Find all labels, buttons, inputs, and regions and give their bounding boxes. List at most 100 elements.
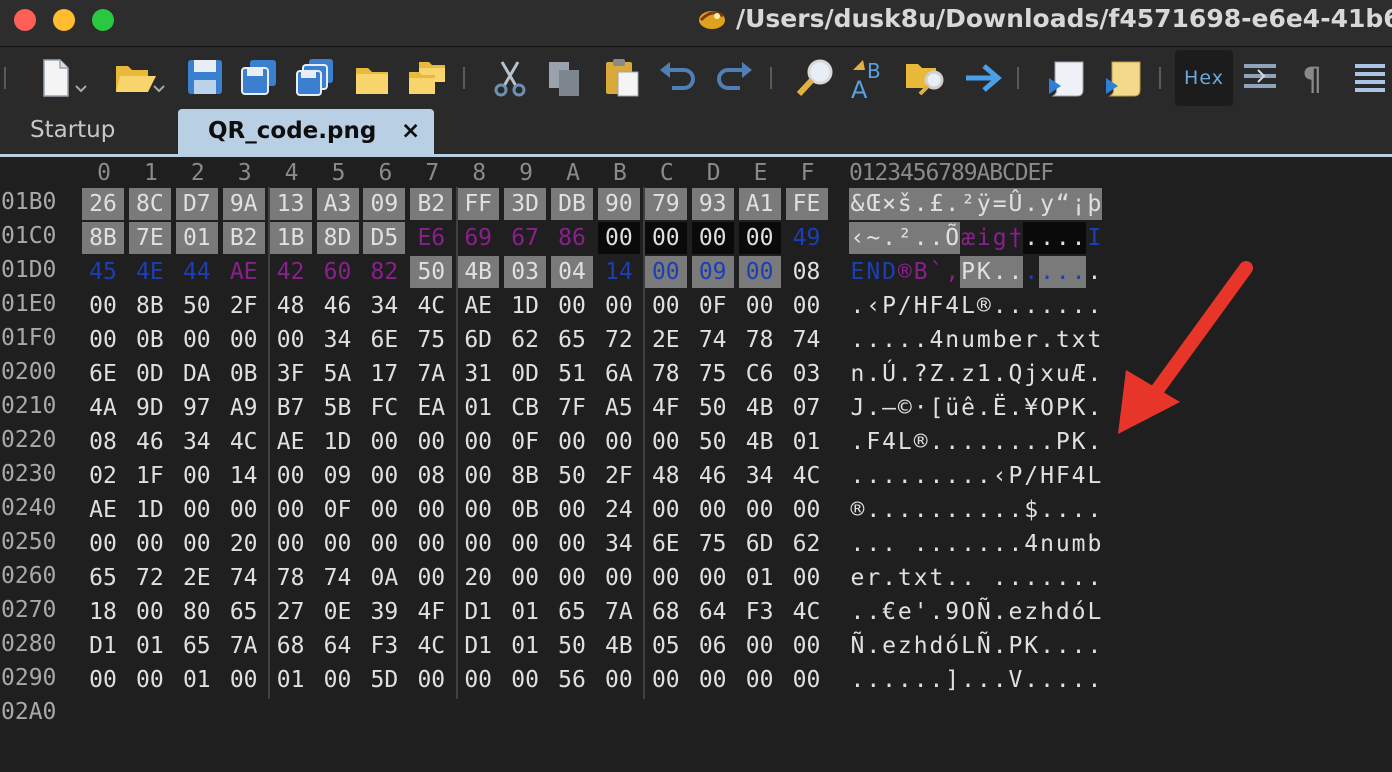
hex-byte[interactable]: 01: [175, 222, 218, 254]
hex-byte[interactable]: 01: [786, 426, 828, 458]
hex-byte[interactable]: 4F: [410, 596, 452, 628]
hex-byte[interactable]: 4E: [129, 256, 171, 288]
hex-byte[interactable]: AE: [82, 494, 124, 526]
hex-byte[interactable]: 00: [739, 290, 781, 322]
ascii-char[interactable]: —: [881, 392, 897, 424]
hex-byte[interactable]: 49: [786, 222, 828, 254]
hex-byte[interactable]: 7A: [223, 630, 265, 662]
ascii-char[interactable]: .: [881, 664, 897, 696]
ascii-char[interactable]: .: [944, 460, 960, 492]
ascii-char[interactable]: .: [1039, 324, 1055, 356]
hex-byte[interactable]: 48: [645, 460, 687, 492]
ascii-char[interactable]: .: [1038, 222, 1055, 254]
hex-byte[interactable]: 1D: [129, 494, 171, 526]
hex-byte[interactable]: 74: [223, 562, 265, 594]
ascii-char[interactable]: ®: [896, 256, 912, 288]
ascii-char[interactable]: L: [960, 290, 976, 322]
ascii-char[interactable]: Æ: [1070, 358, 1086, 390]
ascii-char[interactable]: .: [1007, 562, 1023, 594]
hex-byte[interactable]: 97: [176, 392, 218, 424]
hex-byte[interactable]: 0F: [692, 290, 734, 322]
close-all-button[interactable]: [405, 56, 449, 100]
ascii-char[interactable]: .: [881, 562, 897, 594]
hex-byte[interactable]: 5A: [317, 358, 359, 390]
hex-byte[interactable]: 2E: [645, 324, 687, 356]
replace-button[interactable]: B A: [849, 56, 893, 100]
ascii-char[interactable]: .: [1054, 494, 1070, 526]
ascii-char[interactable]: .: [991, 256, 1007, 288]
ascii-char[interactable]: ó: [1070, 596, 1086, 628]
hex-byte[interactable]: 02: [82, 460, 124, 492]
ascii-char[interactable]: .: [1070, 664, 1086, 696]
hex-byte[interactable]: 8D: [316, 222, 359, 254]
hex-byte[interactable]: 75: [692, 528, 734, 560]
hex-byte[interactable]: 00: [223, 664, 265, 696]
hex-byte[interactable]: 00: [363, 426, 405, 458]
ascii-char[interactable]: `: [928, 256, 944, 288]
hex-byte[interactable]: 50: [551, 460, 593, 492]
hex-byte[interactable]: 4C: [786, 596, 828, 628]
ascii-char[interactable]: .: [1007, 528, 1023, 560]
ascii-char[interactable]: I: [1086, 222, 1102, 254]
ascii-char[interactable]: .: [944, 426, 960, 458]
hex-byte[interactable]: 75: [692, 358, 734, 390]
hex-byte[interactable]: 0B: [129, 324, 171, 356]
hex-byte[interactable]: 05: [645, 630, 687, 662]
ascii-char[interactable]: .: [865, 324, 881, 356]
ascii-char[interactable]: .: [912, 664, 928, 696]
ascii-char[interactable]: .: [1054, 256, 1071, 288]
hex-byte[interactable]: 00: [82, 528, 124, 560]
hex-byte[interactable]: 00: [645, 426, 687, 458]
save-all-button[interactable]: [293, 56, 337, 100]
hex-byte[interactable]: 1B: [269, 222, 312, 254]
ascii-char[interactable]: .: [927, 222, 944, 254]
hex-byte[interactable]: 69: [457, 222, 499, 254]
ascii-char[interactable]: .: [880, 222, 897, 254]
ascii-char[interactable]: .: [1023, 256, 1039, 288]
ascii-char[interactable]: e: [849, 562, 865, 594]
ascii-char[interactable]: x: [1039, 358, 1055, 390]
ascii-char[interactable]: .: [1086, 494, 1102, 526]
ascii-char[interactable]: .: [960, 664, 976, 696]
hex-byte[interactable]: 4B: [457, 256, 500, 288]
ascii-char[interactable]: .: [1007, 392, 1023, 424]
ascii-char[interactable]: .: [865, 494, 881, 526]
ascii-char[interactable]: .: [991, 596, 1007, 628]
hex-byte[interactable]: 72: [129, 562, 171, 594]
hex-byte[interactable]: 00: [597, 222, 640, 254]
ascii-char[interactable]: .: [1086, 256, 1102, 288]
maximize-window-button[interactable]: [92, 9, 114, 31]
ascii-row[interactable]: .....4number.txt: [849, 324, 1102, 356]
ascii-char[interactable]: æ: [960, 222, 976, 254]
hex-byte[interactable]: 0B: [504, 494, 546, 526]
ascii-char[interactable]: þ: [1085, 188, 1102, 220]
ascii-char[interactable]: n: [944, 324, 960, 356]
hex-byte[interactable]: 00: [644, 222, 687, 254]
ascii-char[interactable]: r: [865, 562, 881, 594]
hex-byte[interactable]: 46: [317, 290, 359, 322]
hex-byte[interactable]: 78: [739, 324, 781, 356]
ascii-char[interactable]: Ë: [991, 392, 1007, 424]
ascii-char[interactable]: Q: [1007, 358, 1023, 390]
ascii-char[interactable]: .: [1023, 426, 1039, 458]
hex-byte[interactable]: 04: [551, 256, 593, 288]
ascii-char[interactable]: .: [849, 596, 865, 628]
hex-byte[interactable]: 00: [598, 426, 640, 458]
hex-byte[interactable]: 00: [786, 664, 828, 696]
hex-byte[interactable]: A5: [598, 392, 640, 424]
hex-byte[interactable]: 08: [410, 460, 452, 492]
hex-byte[interactable]: CB: [504, 392, 546, 424]
ascii-char[interactable]: .: [896, 460, 912, 492]
hex-byte[interactable]: 00: [551, 426, 593, 458]
ascii-char[interactable]: .: [1070, 494, 1086, 526]
hex-byte[interactable]: 65: [176, 630, 218, 662]
ascii-char[interactable]: ×: [880, 188, 897, 220]
ascii-char[interactable]: .: [896, 324, 912, 356]
ascii-char[interactable]: ¡: [1070, 188, 1086, 220]
redo-button[interactable]: [712, 56, 756, 100]
ascii-char[interactable]: =: [991, 188, 1007, 220]
hex-byte[interactable]: 7E: [128, 222, 171, 254]
ascii-char[interactable]: .: [1023, 290, 1039, 322]
ascii-char[interactable]: .: [912, 494, 928, 526]
hex-byte[interactable]: 00: [129, 528, 171, 560]
